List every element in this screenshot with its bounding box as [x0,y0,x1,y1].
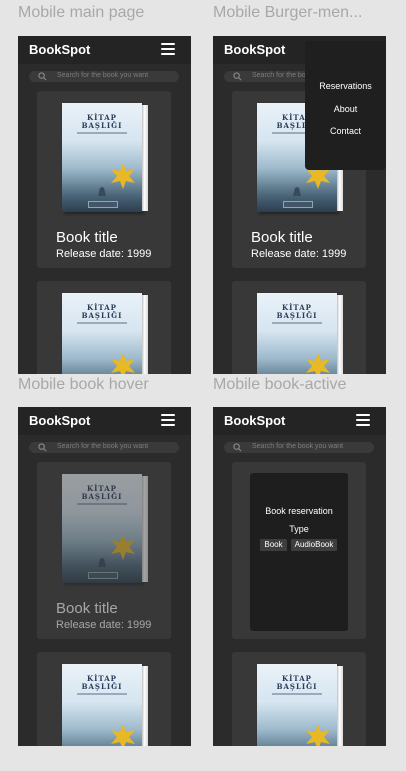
book-card[interactable]: KİTAP BAŞLIĞI [37,652,171,746]
burger-menu-icon[interactable] [356,414,370,426]
star-badge-icon [111,534,135,560]
book-cover: KİTAP BAŞLIĞI [257,664,343,746]
search-input[interactable]: Search for the book you want [224,442,374,453]
cover-title-line2: BAŞLIĞI [81,121,123,130]
reservation-title: Book reservation [265,506,333,516]
menu-item-about[interactable]: About [305,104,386,114]
top-bar: BookSpot [213,407,386,435]
menu-item-contact[interactable]: Contact [305,126,386,136]
star-badge-icon [306,724,330,746]
search-input[interactable]: Search for the book you want [29,442,179,453]
book-card-hovered[interactable]: KİTAP BAŞLIĞI Book title Release date: 1… [37,462,171,639]
book-card[interactable]: KİTAP BAŞLIĞI Book title Release date: 1… [37,91,171,268]
burger-menu-icon[interactable] [161,43,175,55]
book-cover: KİTAP BAŞLIĞI [62,293,148,374]
menu-item-reservations[interactable]: Reservations [305,81,386,91]
book-card[interactable]: KİTAP BAŞLIĞI [37,281,171,374]
release-date: Release date: 1999 [56,619,152,631]
search-icon [233,72,242,81]
search-placeholder: Search for the book you want [252,443,344,450]
top-bar: BookSpot [18,36,191,64]
book-title: Book title [251,229,313,246]
frame-label-burger: Mobile Burger-men... [213,4,363,21]
search-icon [38,443,47,452]
phone-burger-menu: BookSpot Search for the book you want Kİ… [213,36,386,374]
cover-title-line2: BAŞLIĞI [81,311,123,320]
book-cover: KİTAP BAŞLIĞI [257,293,343,374]
frame-label-main: Mobile main page [18,4,145,21]
search-input[interactable]: Search for the book you want [29,71,179,82]
burger-menu-dropdown: Reservations About Contact [305,41,386,170]
logo[interactable]: BookSpot [29,413,90,428]
star-badge-icon [111,724,135,746]
search-placeholder: Search for the book you want [57,443,149,450]
boat-icon [293,187,301,196]
logo[interactable]: BookSpot [224,42,285,57]
search-icon [38,72,47,81]
frame-label-hover: Mobile book hover [18,376,149,393]
cover-title-line2: BAŞLIĞI [81,492,123,501]
reservation-type-label: Type [289,524,309,534]
reservation-panel: Book reservation Type Book AudioBook [250,473,348,631]
logo[interactable]: BookSpot [224,413,285,428]
cover-title-line2: BAŞLIĞI [276,311,318,320]
release-date: Release date: 1999 [251,248,347,260]
boat-icon [98,187,106,196]
book-cover: KİTAP BAŞLIĞI [62,474,148,583]
book-card-active[interactable]: Book reservation Type Book AudioBook [232,462,366,639]
star-badge-icon [111,353,135,374]
star-badge-icon [111,163,135,189]
phone-book-hover: BookSpot Search for the book you want Kİ… [18,407,191,746]
cover-title-line2: BAŞLIĞI [276,682,318,691]
type-option-audiobook[interactable]: AudioBook [291,539,337,551]
frame-label-active: Mobile book-active [213,376,347,393]
cover-title-line2: BAŞLIĞI [81,682,123,691]
phone-main: BookSpot Search for the book you want Kİ… [18,36,191,374]
book-title: Book title [56,229,118,246]
book-title: Book title [56,600,118,617]
burger-menu-icon[interactable] [161,414,175,426]
release-date: Release date: 1999 [56,248,152,260]
type-option-book[interactable]: Book [260,539,287,551]
book-card[interactable]: KİTAP BAŞLIĞI [232,281,366,374]
logo[interactable]: BookSpot [29,42,90,57]
phone-book-active: BookSpot Search for the book you want Bo… [213,407,386,746]
boat-icon [98,558,106,567]
book-cover: KİTAP BAŞLIĞI [62,103,148,212]
search-icon [233,443,242,452]
book-card[interactable]: KİTAP BAŞLIĞI [232,652,366,746]
top-bar: BookSpot [18,407,191,435]
book-cover: KİTAP BAŞLIĞI [62,664,148,746]
search-placeholder: Search for the book you want [57,72,149,79]
star-badge-icon [306,353,330,374]
